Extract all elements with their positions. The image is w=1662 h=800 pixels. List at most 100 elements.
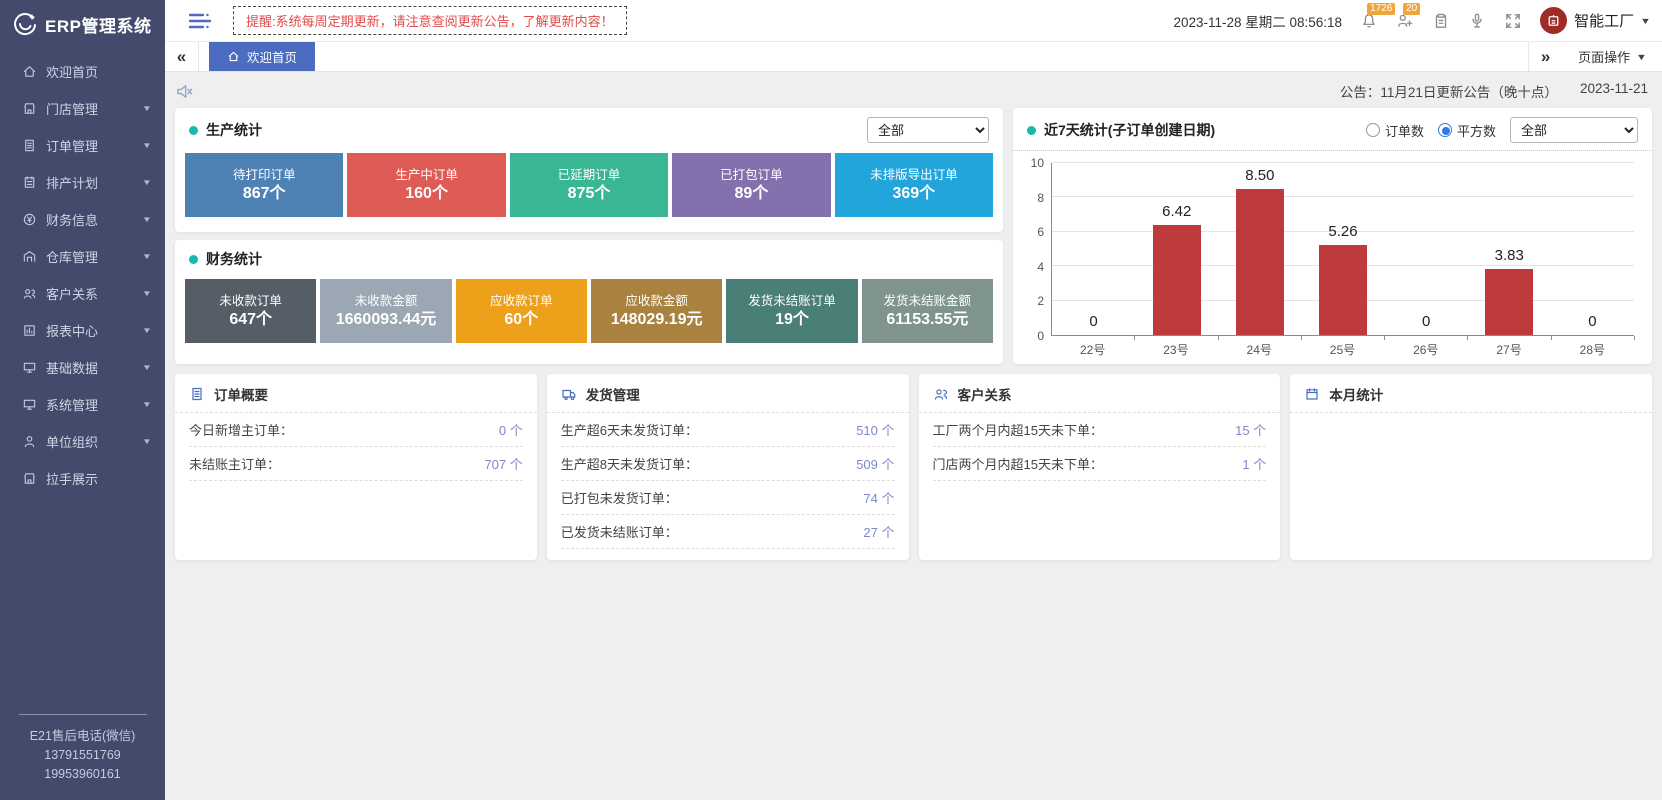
summary-row[interactable]: 已发货未结账订单：27 个 <box>561 515 895 549</box>
sidebar-item-order[interactable]: 订单管理▼ <box>0 127 165 164</box>
x-tick-label: 28号 <box>1551 336 1634 358</box>
mic-icon[interactable] <box>1468 12 1486 30</box>
panel-header: 本月统计 <box>1290 374 1652 413</box>
teal-dot-icon <box>1027 126 1036 135</box>
stat-card-label: 待打印订单 <box>233 167 296 184</box>
tabs-scroll-left-button[interactable]: « <box>165 42 199 71</box>
production-filter-select[interactable]: 全部 <box>867 117 989 143</box>
bell-icon[interactable]: 1726 <box>1360 12 1378 30</box>
bar[interactable] <box>1236 189 1284 335</box>
app-logo: ERP管理系统 <box>0 0 165 47</box>
bar[interactable] <box>1319 245 1367 335</box>
report-icon <box>22 323 37 338</box>
bar-slot: 3.83 <box>1468 163 1551 335</box>
stat-card-value: 60个 <box>504 310 538 330</box>
month-stats-panel: 本月统计 <box>1290 374 1652 560</box>
summary-row[interactable]: 工厂两个月内超15天未下单：15 个 <box>933 413 1267 447</box>
summary-row[interactable]: 门店两个月内超15天未下单：1 个 <box>933 447 1267 481</box>
panel-title: 发货管理 <box>586 384 640 404</box>
bar-value-label: 8.50 <box>1218 167 1301 184</box>
sidebar-item-store[interactable]: 门店管理▼ <box>0 90 165 127</box>
summary-row-value: 0 个 <box>499 420 523 439</box>
bar-slot: 6.42 <box>1135 163 1218 335</box>
fullscreen-icon[interactable] <box>1504 12 1522 30</box>
stat-card-value: 61153.55元 <box>886 310 968 330</box>
warehouse-icon <box>22 249 37 264</box>
divider <box>19 714 147 715</box>
menu-toggle-icon[interactable] <box>189 12 211 30</box>
panel-header: 发货管理 <box>547 374 909 413</box>
user-add-icon[interactable]: 20 <box>1396 12 1414 30</box>
summary-row-value: 510 个 <box>856 420 894 439</box>
stat-card[interactable]: 应收款订单60个 <box>456 279 587 343</box>
stat-card-label: 应收款订单 <box>490 293 553 310</box>
tabs-scroll-right-button[interactable]: » <box>1528 42 1562 71</box>
stat-card-value: 369个 <box>892 184 935 204</box>
chevron-down-icon: ▼ <box>142 326 152 335</box>
summary-row[interactable]: 生产超8天未发货订单：509 个 <box>561 447 895 481</box>
stat-card[interactable]: 发货未结账金额61153.55元 <box>862 279 993 343</box>
summary-row[interactable]: 生产超6天未发货订单：510 个 <box>561 413 895 447</box>
summary-row[interactable]: 未结账主订单：707 个 <box>189 447 523 481</box>
stat-card-value: 875个 <box>568 184 611 204</box>
chart-plot: 06.428.505.2603.830 <box>1051 163 1634 336</box>
bar-slot: 0 <box>1052 163 1135 335</box>
main-area: 提醒:系统每周定期更新，请注意查阅更新公告，了解更新内容！ 2023-11-28… <box>165 0 1662 800</box>
stat-card[interactable]: 未收款订单647个 <box>185 279 316 343</box>
sidebar-item-welcome[interactable]: 欢迎首页 <box>0 53 165 90</box>
stat-card[interactable]: 已打包订单89个 <box>672 153 830 217</box>
stat-card[interactable]: 未收款金额1660093.44元 <box>320 279 451 343</box>
app-root: ERP管理系统 欢迎首页门店管理▼订单管理▼排产计划▼财务信息▼仓库管理▼客户关… <box>0 0 1662 800</box>
sidebar-item-finance[interactable]: 财务信息▼ <box>0 201 165 238</box>
summary-row[interactable]: 已打包未发货订单：74 个 <box>561 481 895 515</box>
sidebar-item-basedata[interactable]: 基础数据▼ <box>0 349 165 386</box>
y-tick-label: 4 <box>1037 260 1044 274</box>
clipboard-icon[interactable] <box>1432 12 1450 30</box>
stat-card-label: 应收款金额 <box>625 293 688 310</box>
radio-order-count[interactable]: 订单数 <box>1366 121 1424 140</box>
sidebar-item-schedule[interactable]: 排产计划▼ <box>0 164 165 201</box>
chart-filter-select[interactable]: 全部 <box>1510 117 1638 143</box>
summary-row-label: 已打包未发货订单： <box>561 488 678 507</box>
sidebar-item-org[interactable]: 单位组织▼ <box>0 423 165 460</box>
production-stats-panel: 生产统计 全部 待打印订单867个生产中订单160个已延期订单875个已打包订单… <box>175 108 1003 232</box>
stat-card[interactable]: 已延期订单875个 <box>510 153 668 217</box>
panel-header: 订单概要 <box>175 374 537 413</box>
stat-card[interactable]: 未排版导出订单369个 <box>835 153 993 217</box>
sidebar-item-report[interactable]: 报表中心▼ <box>0 312 165 349</box>
radio-square-count[interactable]: 平方数 <box>1438 121 1496 140</box>
bar[interactable] <box>1485 269 1533 335</box>
tab-welcome-home[interactable]: 欢迎首页 <box>209 42 315 71</box>
bar[interactable] <box>1153 225 1201 335</box>
speaker-mute-icon[interactable] <box>175 82 194 101</box>
sidebar-item-system[interactable]: 系统管理▼ <box>0 386 165 423</box>
stat-card-label: 已打包订单 <box>720 167 783 184</box>
stat-card[interactable]: 发货未结账订单19个 <box>726 279 857 343</box>
store-icon <box>22 101 37 116</box>
x-tick-label: 26号 <box>1384 336 1467 358</box>
stat-card[interactable]: 应收款金额148029.19元 <box>591 279 722 343</box>
summary-row-value: 509 个 <box>856 454 894 473</box>
summary-row-label: 门店两个月内超15天未下单： <box>933 454 1103 473</box>
sidebar-item-warehouse[interactable]: 仓库管理▼ <box>0 238 165 275</box>
user-menu[interactable]: 智能工厂 ▼ <box>1540 7 1650 34</box>
summary-row[interactable]: 今日新增主订单：0 个 <box>189 413 523 447</box>
chevron-down-icon: ▼ <box>142 104 152 113</box>
sidebar-item-lashou[interactable]: 拉手展示 <box>0 460 165 497</box>
announcement[interactable]: 公告：11月21日更新公告（晚十点） 2023-11-21 <box>1340 81 1652 101</box>
sidebar-item-customer[interactable]: 客户关系▼ <box>0 275 165 312</box>
stat-card-value: 19个 <box>775 310 809 330</box>
stat-card[interactable]: 待打印订单867个 <box>185 153 343 217</box>
stat-card-value: 1660093.44元 <box>336 310 437 330</box>
plan-icon <box>22 175 37 190</box>
stats-column: 生产统计 全部 待打印订单867个生产中订单160个已延期订单875个已打包订单… <box>175 108 1003 364</box>
page-operations-menu[interactable]: 页面操作 ▼ <box>1562 42 1662 71</box>
order-summary-panel: 订单概要今日新增主订单：0 个未结账主订单：707 个 <box>175 374 537 560</box>
chart-controls: 订单数 平方数 全部 <box>1366 117 1638 143</box>
system-notice[interactable]: 提醒:系统每周定期更新，请注意查阅更新公告，了解更新内容！ <box>233 6 627 35</box>
stat-card[interactable]: 生产中订单160个 <box>347 153 505 217</box>
handshake-icon <box>22 471 37 486</box>
stat-card-label: 发货未结账订单 <box>748 293 836 310</box>
announcement-row: 公告：11月21日更新公告（晚十点） 2023-11-21 <box>175 78 1652 104</box>
summary-grid: 订单概要今日新增主订单：0 个未结账主订单：707 个 发货管理生产超6天未发货订… <box>175 374 1652 560</box>
